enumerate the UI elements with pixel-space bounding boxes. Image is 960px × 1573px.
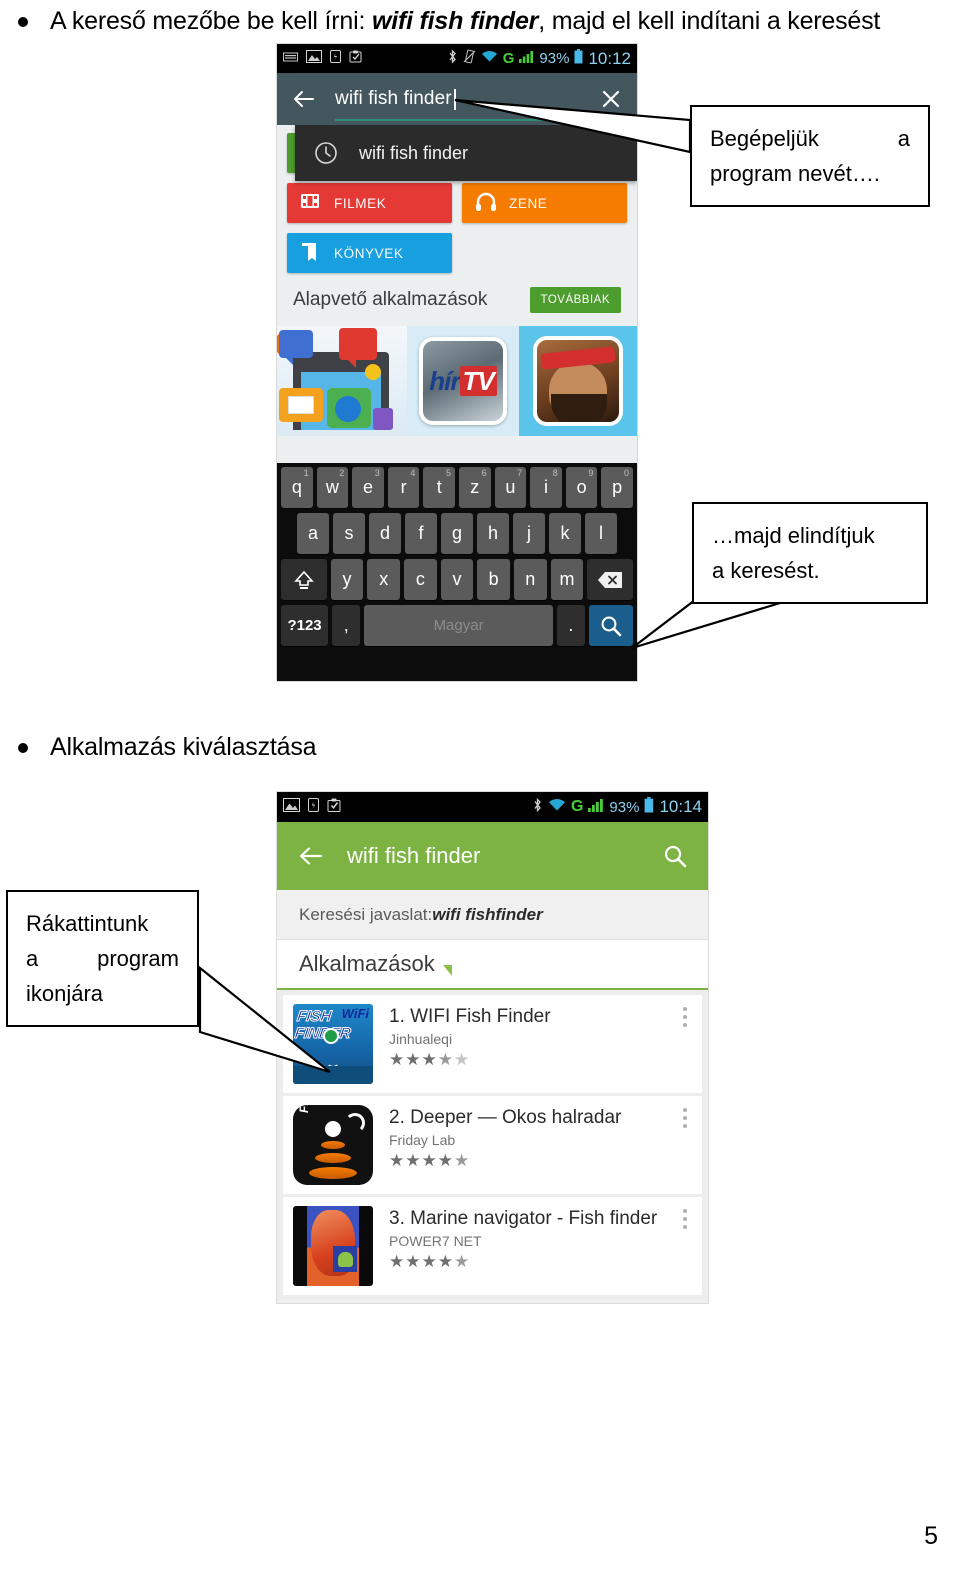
document-page: A kereső mezőbe be kell írni: wifi fish … [0, 0, 960, 1573]
callout-type-name: Begépeljük a program nevét…. [690, 105, 930, 207]
callout-2-line2: a keresést. [712, 558, 820, 583]
callout-3-line3: ikonjára [26, 981, 104, 1006]
callout-3-line2-right: program [97, 946, 179, 971]
callout-1-line1-right: a [897, 126, 910, 151]
callout-1-line1-left: Begépeljük [710, 126, 819, 151]
callout-start-search: …majd elindítjuk a keresést. [692, 502, 928, 604]
callout-3-line1: Rákattintunk [26, 911, 149, 936]
callout-2-line1: …majd elindítjuk [712, 523, 875, 548]
callout-tap-icon: Rákattintunk a program ikonjára [6, 890, 199, 1027]
leader-line-tap-icon [198, 965, 331, 1074]
callout-1-line2: program nevét…. [710, 161, 880, 186]
callout-3-line2-left: a [26, 946, 39, 971]
